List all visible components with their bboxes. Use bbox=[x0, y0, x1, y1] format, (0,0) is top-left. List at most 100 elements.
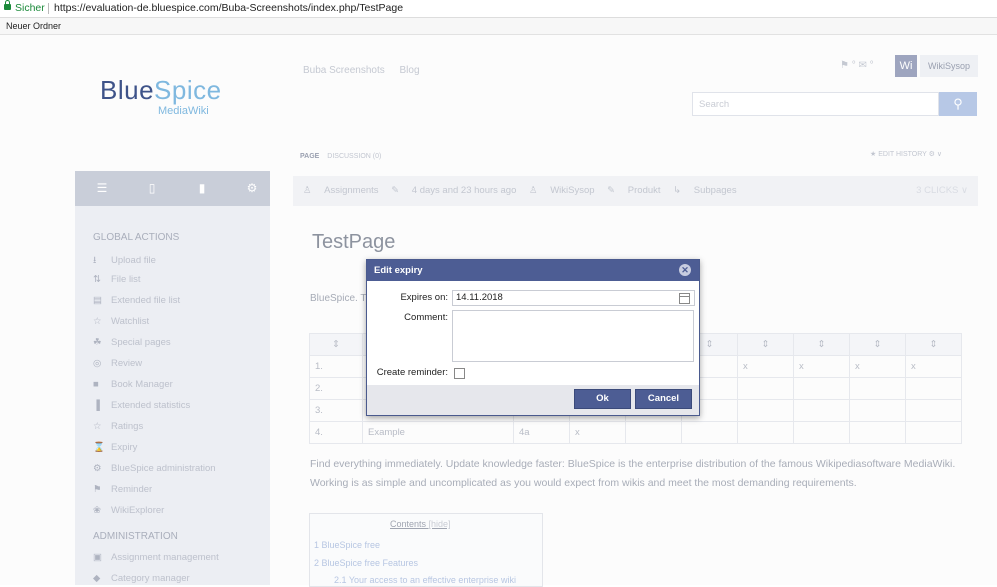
column-header[interactable]: ⇕ bbox=[737, 333, 794, 356]
assignment-icon: ▣ bbox=[93, 552, 102, 563]
close-icon[interactable]: ✕ bbox=[679, 264, 691, 276]
global-actions-heading: GLOBAL ACTIONS bbox=[93, 232, 180, 243]
search-input[interactable]: Search bbox=[692, 92, 939, 116]
toc-item[interactable]: 2.1 Your access to an effective enterpri… bbox=[334, 575, 516, 585]
table-of-contents: Contents [hide] 1 BlueSpice free 2 BlueS… bbox=[309, 513, 543, 587]
sidebar-item-label: BlueSpice administration bbox=[111, 463, 216, 474]
dialog-header: Edit expiry ✕ bbox=[367, 260, 699, 281]
avatar[interactable]: Wi bbox=[895, 55, 917, 77]
nav-link-blog[interactable]: Blog bbox=[400, 65, 420, 76]
toc-title: Contents [hide] bbox=[390, 519, 451, 529]
expiry-date-value: 14.11.2018 bbox=[456, 292, 503, 303]
toc-item[interactable]: 2 BlueSpice free Features bbox=[314, 558, 418, 568]
toc-hide-link[interactable]: [hide] bbox=[429, 519, 451, 529]
meta-last-edit[interactable]: ✎ 4 days and 23 hours ago bbox=[391, 185, 516, 196]
sidebar-item-category-manager[interactable]: ◆ Category manager bbox=[93, 573, 190, 584]
column-header[interactable]: ⇕ bbox=[849, 333, 906, 356]
cancel-button[interactable]: Cancel bbox=[635, 389, 692, 409]
meta-subpages[interactable]: ↳ Subpages bbox=[673, 185, 736, 196]
sidebar-item-label: Assignment management bbox=[111, 552, 219, 563]
column-header[interactable]: ⇕ bbox=[793, 333, 850, 356]
page-actions[interactable]: ★ EDIT HISTORY ⚙ ∨ bbox=[870, 150, 942, 158]
hourglass-icon: ⌛ bbox=[93, 442, 105, 453]
gear-icon: ⚙ bbox=[93, 463, 102, 474]
clipboard-icon[interactable]: ▯ bbox=[145, 181, 159, 195]
table-cell: x bbox=[849, 355, 906, 378]
table-cell: x bbox=[793, 355, 850, 378]
sidebar-item-extended-statistics[interactable]: ▐ Extended statistics bbox=[93, 400, 190, 411]
sidebar-item-label: Extended file list bbox=[111, 295, 181, 306]
meta-label: Produkt bbox=[627, 185, 661, 196]
sidebar-item-label: Watchlist bbox=[111, 316, 150, 327]
expires-label: Expires on: bbox=[400, 292, 448, 303]
url-text[interactable]: https://evaluation-de.bluespice.com/Buba… bbox=[54, 0, 403, 17]
table-cell: Example bbox=[362, 421, 514, 444]
menu-icon[interactable]: ☰ bbox=[95, 181, 109, 195]
flag-icon: ⚑ bbox=[93, 484, 102, 495]
sidebar-item-extended-file-list[interactable]: ▤ Extended file list bbox=[93, 295, 180, 306]
sidebar-item-reminder[interactable]: ⚑ Reminder bbox=[93, 484, 152, 495]
sidebar-item-label: Ratings bbox=[111, 421, 144, 432]
bluespice-logo[interactable]: BlueSpice MediaWiki bbox=[100, 75, 222, 117]
body-line: Find everything immediately. Update know… bbox=[310, 458, 956, 470]
sidebar-item-review[interactable]: ◎ Review bbox=[93, 358, 142, 369]
table-cell: x bbox=[905, 355, 962, 378]
sidebar-item-book-manager[interactable]: ■ Book Manager bbox=[93, 379, 173, 390]
bookmark-folder[interactable]: Neuer Ordner bbox=[6, 18, 61, 34]
logo-spice: Spice bbox=[154, 75, 222, 105]
sidebar-item-upload[interactable]: ⭳ Upload file bbox=[93, 253, 156, 269]
table-cell bbox=[793, 377, 850, 400]
sidebar-item-bluespice-admin[interactable]: ⚙ BlueSpice administration bbox=[93, 463, 216, 474]
tab-page[interactable]: PAGE bbox=[300, 153, 319, 160]
sidebar-item-file-list[interactable]: ⇅ File list bbox=[93, 274, 141, 285]
column-header[interactable]: ⇕ bbox=[905, 333, 962, 356]
secure-label: Sicher bbox=[15, 2, 45, 14]
comment-textarea[interactable] bbox=[452, 310, 694, 362]
table-cell bbox=[905, 421, 962, 444]
expiry-date-field[interactable]: 14.11.2018 bbox=[452, 290, 695, 306]
meta-assignments[interactable]: ♙ Assignments bbox=[303, 185, 379, 196]
column-header[interactable]: ⇕ bbox=[309, 333, 363, 356]
meta-clicks[interactable]: 3 CLICKS ∨ bbox=[916, 176, 968, 206]
create-reminder-checkbox[interactable] bbox=[454, 368, 465, 379]
star-icon: ☆ bbox=[93, 316, 102, 327]
sidebar-item-special-pages[interactable]: ☘ Special pages bbox=[93, 337, 171, 348]
top-navigation: Buba Screenshots Blog bbox=[303, 65, 432, 76]
notification-icons[interactable]: ⚑ ° ✉ ° bbox=[840, 60, 874, 71]
sidebar: GLOBAL ACTIONS ⭳ Upload file ⇅ File list ▤… bbox=[75, 206, 270, 585]
toc-item[interactable]: 1 BlueSpice free bbox=[314, 540, 380, 550]
table-cell bbox=[905, 377, 962, 400]
table-row: 4. Example 4a x bbox=[309, 421, 962, 444]
book-icon[interactable]: ▮ bbox=[195, 181, 209, 195]
sidebar-item-ratings[interactable]: ☆ Ratings bbox=[93, 421, 143, 432]
nav-link-buba[interactable]: Buba Screenshots bbox=[303, 65, 385, 76]
meta-author[interactable]: ♙ WikiSysop bbox=[529, 185, 595, 196]
calendar-icon[interactable] bbox=[679, 293, 690, 304]
administration-heading: ADMINISTRATION bbox=[93, 531, 178, 542]
tab-discussion[interactable]: DISCUSSION (0) bbox=[327, 153, 381, 160]
ok-button[interactable]: Ok bbox=[574, 389, 631, 409]
tag-icon: ◆ bbox=[93, 573, 101, 584]
upload-icon: ⭳ bbox=[93, 255, 97, 266]
table-cell: 2. bbox=[309, 377, 363, 400]
user-menu[interactable]: WikiSysop bbox=[920, 55, 978, 77]
table-cell bbox=[737, 377, 794, 400]
meta-label: Assignments bbox=[324, 185, 379, 196]
sidebar-item-expiry[interactable]: ⌛ Expiry bbox=[93, 442, 137, 453]
page-meta-bar: ♙ Assignments ✎ 4 days and 23 hours ago … bbox=[293, 176, 978, 206]
bar-chart-icon: ▐ bbox=[93, 400, 100, 411]
page-title: TestPage bbox=[312, 231, 396, 253]
gear-icon[interactable]: ⚙ bbox=[245, 181, 259, 195]
sidebar-item-assignment-management[interactable]: ▣ Assignment management bbox=[93, 552, 219, 563]
bookmarks-bar: Neuer Ordner bbox=[0, 18, 997, 35]
sidebar-item-watchlist[interactable]: ☆ Watchlist bbox=[93, 316, 149, 327]
body-text: Find everything immediately. Update know… bbox=[310, 455, 980, 493]
sidebar-item-wikiexplorer[interactable]: ❀ WikiExplorer bbox=[93, 505, 164, 516]
meta-category[interactable]: ✎ Produkt bbox=[607, 185, 660, 196]
search-button[interactable]: ⚲ bbox=[939, 92, 977, 116]
table-cell bbox=[793, 421, 850, 444]
body-line: Working is as simple and uncomplicated a… bbox=[310, 477, 857, 489]
address-bar[interactable]: Sicher https://evaluation-de.bluespice.c… bbox=[0, 0, 997, 18]
page-tabs: PAGE DISCUSSION (0) bbox=[300, 153, 381, 160]
sidebar-toolbar: ☰ ▯ ▮ ⚙ bbox=[75, 171, 270, 206]
